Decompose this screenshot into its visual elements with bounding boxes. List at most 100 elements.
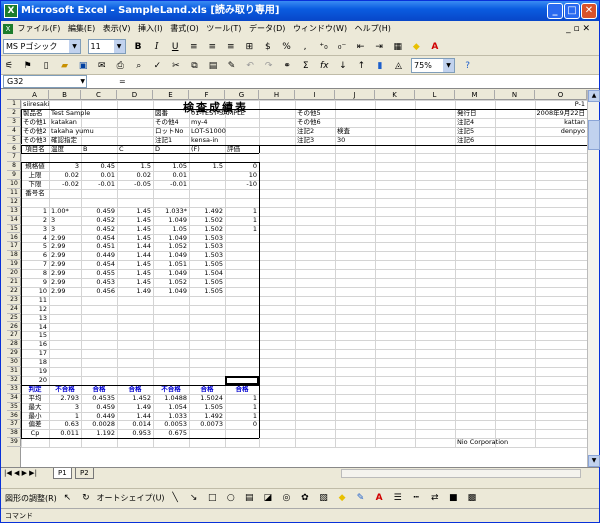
menu-insert[interactable]: 挿入(I) — [138, 24, 163, 33]
spec-value[interactable]: 0 — [225, 162, 259, 171]
item-header[interactable]: 評価 — [225, 145, 259, 154]
sample-number[interactable]: 18 — [21, 358, 49, 367]
info-value[interactable]: LOT-S1000 — [189, 127, 295, 136]
font-name-combo[interactable]: MS Pゴシック ▼ — [3, 39, 81, 54]
open-folder-icon[interactable]: ▰ — [58, 59, 72, 73]
name-box[interactable]: G32 ▼ — [3, 75, 87, 88]
stat-value[interactable]: 1.505 — [189, 403, 225, 412]
data-cell[interactable] — [225, 287, 259, 296]
row-header[interactable]: 21 — [7, 278, 21, 287]
row-header[interactable]: 24 — [7, 305, 21, 314]
data-cell[interactable]: 1.502 — [189, 225, 225, 234]
underline-icon[interactable]: U — [168, 40, 182, 54]
data-cell[interactable]: 1.502 — [189, 216, 225, 225]
toolbar-options-icon[interactable]: ⚟ — [2, 59, 16, 73]
info-value[interactable] — [495, 136, 587, 145]
judge-cell[interactable]: 合格 — [117, 385, 153, 394]
review-icon[interactable]: ⚑ — [21, 59, 35, 73]
worksheet-grid[interactable]: ABCDEFGHIJKLMNO 1 2 3 4 5 6 7 8 9 10 11 12 13 14 15 16 1… — [7, 90, 587, 467]
stat-value[interactable]: 0 — [225, 420, 259, 429]
row-header[interactable]: 19 — [7, 260, 21, 270]
chevron-down-icon[interactable]: ▼ — [80, 76, 85, 88]
data-cell[interactable]: 1 — [21, 207, 49, 216]
info-value[interactable] — [335, 109, 375, 118]
row-header[interactable]: 30 — [7, 358, 21, 367]
stat-label[interactable]: 最大 — [21, 403, 49, 412]
data-cell[interactable]: 7 — [21, 260, 49, 269]
stat-value[interactable]: 1.033 — [153, 412, 189, 421]
selected-cell[interactable] — [225, 375, 259, 385]
line-icon[interactable]: ╲ — [168, 491, 182, 505]
data-cell[interactable]: 1.45 — [117, 207, 153, 216]
font-color-icon[interactable]: A — [428, 40, 442, 54]
spec-value[interactable]: -0.01 — [153, 180, 189, 189]
item-header[interactable]: 温度 — [49, 145, 81, 154]
info-value[interactable]: kensa-in — [189, 136, 295, 145]
stat-value[interactable] — [189, 429, 225, 438]
cell-area[interactable]: siiresaki 検査成績表 P-1 製品名 Test Sample 図番 01-TEST… — [21, 100, 587, 467]
info-value[interactable]: 確認指定 — [49, 136, 153, 145]
row-header[interactable]: 27 — [7, 331, 21, 341]
data-cell[interactable]: 2.99 — [49, 260, 81, 269]
select-objects-icon[interactable]: ↖ — [60, 491, 74, 505]
close-button[interactable]: ✕ — [581, 3, 597, 19]
info-label[interactable]: その他5 — [295, 109, 335, 118]
row-header[interactable]: 10 — [7, 180, 21, 189]
spec-value[interactable]: 0.02 — [49, 171, 81, 180]
info-label[interactable]: 図番 — [153, 109, 189, 118]
increase-indent-icon[interactable]: ⇥ — [372, 40, 386, 54]
data-cell[interactable] — [225, 278, 259, 287]
spec-value[interactable] — [189, 180, 225, 189]
row-header[interactable]: 16 — [7, 234, 21, 243]
info-label[interactable]: その他4 — [153, 118, 189, 127]
spelling-icon[interactable]: ✓ — [150, 59, 164, 73]
autosum-icon[interactable]: Σ — [299, 59, 313, 73]
sample-number[interactable]: 16 — [21, 340, 49, 349]
data-cell[interactable]: 1.049 — [153, 216, 189, 225]
stat-label[interactable]: 平均 — [21, 394, 49, 403]
stat-value[interactable]: 0.4535 — [81, 394, 117, 403]
clipart-icon[interactable]: ✿ — [298, 491, 312, 505]
row-header[interactable]: 39 — [7, 438, 21, 448]
workbook-window-controls[interactable]: _ ▫ ✕ — [566, 21, 590, 37]
data-cell[interactable]: 2 — [21, 216, 49, 225]
chevron-down-icon[interactable]: ▼ — [69, 40, 80, 53]
print-icon[interactable]: ⎙ — [113, 59, 127, 73]
info-label[interactable]: 注記4 — [455, 118, 495, 127]
data-cell[interactable]: 1.505 — [189, 260, 225, 269]
data-cell[interactable]: 2.99 — [49, 287, 81, 296]
row-header[interactable]: 34 — [7, 394, 21, 403]
stat-value[interactable]: 1.492 — [189, 412, 225, 421]
stat-value[interactable]: 1 — [49, 412, 81, 421]
data-cell[interactable]: 1.049 — [153, 287, 189, 296]
sort-descending-icon[interactable]: ↑ — [354, 59, 368, 73]
info-value[interactable]: kattan — [495, 118, 587, 127]
stat-label[interactable]: Cp — [21, 429, 49, 438]
row-header[interactable]: 35 — [7, 403, 21, 412]
data-cell[interactable]: 1.049 — [153, 251, 189, 260]
column-header[interactable]: K — [375, 90, 415, 100]
data-cell[interactable] — [225, 242, 259, 251]
row-header[interactable]: 12 — [7, 198, 21, 207]
sample-number[interactable]: 19 — [21, 367, 49, 376]
stat-value[interactable]: 0.0028 — [81, 420, 117, 429]
horizontal-scrollbar[interactable] — [341, 469, 581, 478]
spec-value[interactable]: -0.05 — [117, 180, 153, 189]
diagram-icon[interactable]: ◎ — [279, 491, 293, 505]
comma-icon[interactable]: , — [298, 40, 312, 54]
data-cell[interactable]: 1.503 — [189, 242, 225, 251]
row-header[interactable]: 14 — [7, 216, 21, 225]
chevron-down-icon[interactable]: ▼ — [113, 40, 125, 53]
row-header[interactable]: 18 — [7, 251, 21, 261]
stat-value[interactable]: 3 — [49, 403, 81, 412]
data-cell[interactable]: 1.503 — [189, 234, 225, 243]
stat-label[interactable]: 最小 — [21, 412, 49, 421]
stat-value[interactable]: 1.5024 — [189, 394, 225, 403]
data-cell[interactable]: 2.99 — [49, 251, 81, 260]
spec-value[interactable]: 10 — [225, 171, 259, 180]
scroll-down-icon[interactable]: ▼ — [588, 455, 600, 467]
data-cell[interactable]: 1.00* — [49, 207, 81, 216]
arrow-icon[interactable]: ↘ — [187, 491, 201, 505]
column-header[interactable]: M — [455, 90, 495, 100]
data-cell[interactable]: 1.44 — [117, 242, 153, 251]
